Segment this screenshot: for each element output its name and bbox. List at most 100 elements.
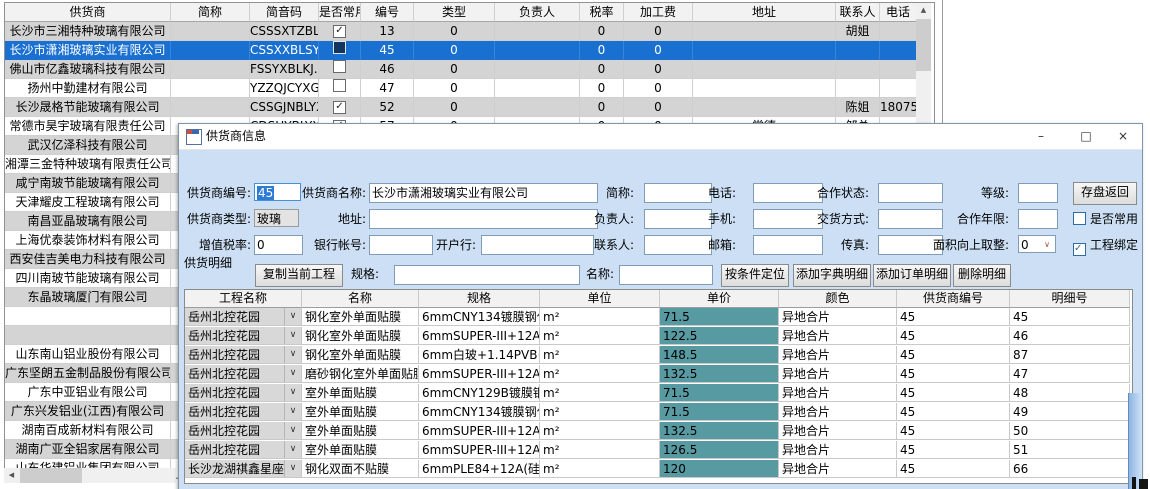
cell-detail-no[interactable]: 87 <box>1010 346 1130 364</box>
scrollbar-thumb[interactable] <box>20 468 82 483</box>
cell-product-name[interactable]: 钢化室外单面贴膜 <box>302 327 419 345</box>
checkbox-icon[interactable] <box>333 25 346 38</box>
round-up-combo[interactable]: 0∨ <box>1018 235 1056 253</box>
cell-detail-no[interactable]: 49 <box>1010 403 1130 421</box>
cell-unit-price[interactable]: 132.5 <box>660 365 779 383</box>
cell-color[interactable]: 异地合片 <box>779 403 897 421</box>
cell-unit[interactable]: m² <box>540 365 660 383</box>
cell-product-name[interactable]: 钢化室外单面贴膜 <box>302 346 419 364</box>
cell-unit[interactable]: m² <box>540 327 660 345</box>
cell-spec[interactable]: 6mmCNY134镀膜钢化 <box>419 308 540 326</box>
cell-spec[interactable]: 6mmSUPER-III+12A(硅... <box>419 365 540 383</box>
column-header[interactable]: 负责人 <box>495 3 580 22</box>
cell-project-combo[interactable]: 岳州北控花园∨ <box>185 308 302 326</box>
chevron-down-icon[interactable]: ∨ <box>284 346 301 364</box>
column-header[interactable]: 供货商 <box>5 3 171 22</box>
cell-color[interactable]: 异地合片 <box>779 308 897 326</box>
column-header[interactable]: 简称 <box>171 3 250 22</box>
cell-detail-no[interactable]: 66 <box>1010 460 1130 478</box>
cell-spec[interactable]: 6mmSUPER-III+12A(硅... <box>419 441 540 459</box>
cell-unit[interactable]: m² <box>540 460 660 478</box>
cell-spec[interactable]: 6mm白玻+1.14PVB+6mm... <box>419 346 540 364</box>
column-header[interactable]: 电话 <box>880 3 917 22</box>
cell-color[interactable]: 异地合片 <box>779 422 897 440</box>
chevron-down-icon[interactable]: ∨ <box>284 441 301 459</box>
supplier-type-field[interactable]: 玻璃 <box>254 209 299 227</box>
chevron-down-icon[interactable]: ∨ <box>284 327 301 345</box>
bank-branch-field[interactable] <box>481 235 594 255</box>
add-dict-detail-button[interactable]: 添加字典明细 <box>793 264 871 287</box>
suppliers-vertical-scrollbar[interactable]: ▲ <box>916 3 931 123</box>
coop-years-field[interactable] <box>1018 209 1058 229</box>
spec-filter-input[interactable] <box>394 265 580 285</box>
cell-color[interactable]: 异地合片 <box>779 441 897 459</box>
cell-supplier-no[interactable]: 45 <box>897 441 1010 459</box>
checkbox-icon[interactable] <box>333 79 346 92</box>
chevron-down-icon[interactable]: ∨ <box>284 422 301 440</box>
cell-detail-no[interactable]: 48 <box>1010 384 1130 402</box>
cell-unit[interactable]: m² <box>540 384 660 402</box>
cell-supplier-no[interactable]: 45 <box>897 460 1010 478</box>
name-filter-input[interactable] <box>619 265 713 285</box>
cell-color[interactable]: 异地合片 <box>779 365 897 383</box>
delivery-field[interactable] <box>878 209 943 229</box>
cell-product-name[interactable]: 室外单面贴膜 <box>302 422 419 440</box>
scroll-left-icon[interactable]: ◀ <box>4 468 19 483</box>
supplier-row[interactable]: 长沙晟格节能玻璃有限公司CSSGJNBLYXGS52000陈姐180751 <box>5 98 917 117</box>
cell-unit-price[interactable]: 120 <box>660 460 779 478</box>
add-order-detail-button[interactable]: 添加订单明细 <box>873 264 951 287</box>
grid-row[interactable]: 岳州北控花园∨钢化室外单面贴膜6mmSUPER-III+12A(硅...m²12… <box>185 327 1130 346</box>
cell-spec[interactable]: 6mmCNY134镀膜钢化 <box>419 403 540 421</box>
cell-project-combo[interactable]: 岳州北控花园∨ <box>185 441 302 459</box>
column-header[interactable]: 税率 <box>580 3 624 22</box>
cell-product-name[interactable]: 室外单面贴膜 <box>302 384 419 402</box>
column-header[interactable]: 编号 <box>361 3 414 22</box>
grid-column-header[interactable]: 工程名称 <box>185 290 302 308</box>
cell-product-name[interactable]: 室外单面贴膜 <box>302 441 419 459</box>
cell-product-name[interactable]: 室外单面贴膜 <box>302 403 419 421</box>
cell-product-name[interactable]: 磨砂钢化室外单面贴膜 <box>302 365 419 383</box>
chevron-down-icon[interactable]: ∨ <box>284 365 301 383</box>
chevron-down-icon[interactable]: ∨ <box>284 403 301 421</box>
grid-column-header[interactable]: 名称 <box>302 290 419 308</box>
grid-row[interactable]: 岳州北控花园∨磨砂钢化室外单面贴膜6mmSUPER-III+12A(硅...m²… <box>185 365 1130 384</box>
supplier-row[interactable]: 长沙市潇湘玻璃实业有限公司CSSXXBLSY...45000 <box>5 41 917 60</box>
cell-detail-no[interactable]: 46 <box>1010 327 1130 345</box>
cell-unit-price[interactable]: 71.5 <box>660 403 779 421</box>
grid-row[interactable]: 岳州北控花园∨室外单面贴膜6mmCNY129B镀膜钢化m²71.5异地合片454… <box>185 384 1130 403</box>
cell-color[interactable]: 异地合片 <box>779 460 897 478</box>
column-header[interactable]: 类型 <box>414 3 495 22</box>
cell-unit[interactable]: m² <box>540 308 660 326</box>
project-bind-checkbox[interactable]: 工程绑定 <box>1073 235 1138 255</box>
cell-unit[interactable]: m² <box>540 403 660 421</box>
dialog-titlebar[interactable]: 供货商信息 – □ × <box>179 124 1142 150</box>
cell-spec[interactable]: 6mmSUPER-III+12A(硅... <box>419 327 540 345</box>
cell-color[interactable]: 异地合片 <box>779 384 897 402</box>
checkbox-icon[interactable] <box>333 101 346 114</box>
address-field[interactable] <box>369 209 598 229</box>
supplier-name-field[interactable] <box>369 183 598 203</box>
cell-project-combo[interactable]: 岳州北控花园∨ <box>185 403 302 421</box>
cell-unit[interactable]: m² <box>540 346 660 364</box>
close-button[interactable]: × <box>1106 124 1140 149</box>
locate-button[interactable]: 按条件定位 <box>721 264 789 287</box>
cell-spec[interactable]: 6mmSUPER-III+12A(硅... <box>419 422 540 440</box>
grid-column-header[interactable]: 单价 <box>660 290 779 308</box>
delete-detail-button[interactable]: 删除明细 <box>953 264 1011 287</box>
maximize-button[interactable]: □ <box>1069 124 1103 149</box>
column-header[interactable]: 是否常用 <box>319 3 361 22</box>
cell-unit-price[interactable]: 148.5 <box>660 346 779 364</box>
bank-account-field[interactable] <box>369 235 433 255</box>
cell-project-combo[interactable]: 岳州北控花园∨ <box>185 327 302 345</box>
chevron-down-icon[interactable]: ∨ <box>284 384 301 402</box>
cell-project-combo[interactable]: 岳州北控花园∨ <box>185 384 302 402</box>
cell-project-combo[interactable]: 长沙龙湖祺鑫星座∨ <box>185 460 302 478</box>
grid-column-header[interactable]: 供货商编号 <box>897 290 1010 308</box>
cell-unit[interactable]: m² <box>540 422 660 440</box>
chevron-down-icon[interactable]: ∨ <box>284 460 301 478</box>
cell-project-combo[interactable]: 岳州北控花园∨ <box>185 365 302 383</box>
column-header[interactable]: 简音码 <box>250 3 319 22</box>
cell-color[interactable]: 异地合片 <box>779 346 897 364</box>
checkbox-icon[interactable] <box>333 41 346 54</box>
suppliers-horizontal-scrollbar[interactable]: ◀ <box>4 468 176 483</box>
